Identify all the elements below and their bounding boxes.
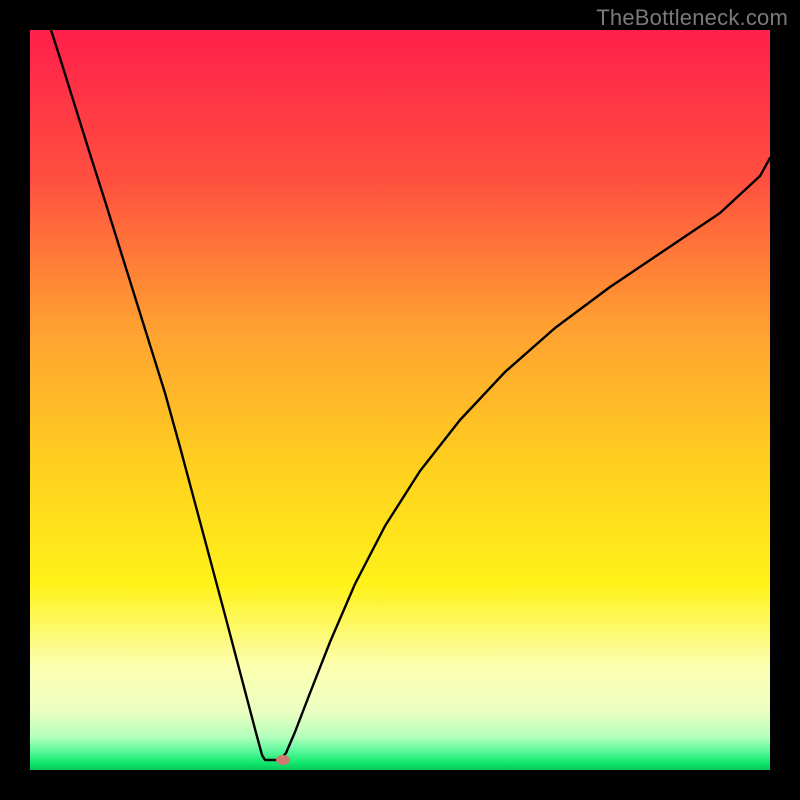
- chart-svg: [0, 0, 800, 800]
- gradient-background: [30, 30, 770, 770]
- optimum-marker: [276, 755, 290, 765]
- chart-stage: TheBottleneck.com: [0, 0, 800, 800]
- watermark-text: TheBottleneck.com: [596, 5, 788, 31]
